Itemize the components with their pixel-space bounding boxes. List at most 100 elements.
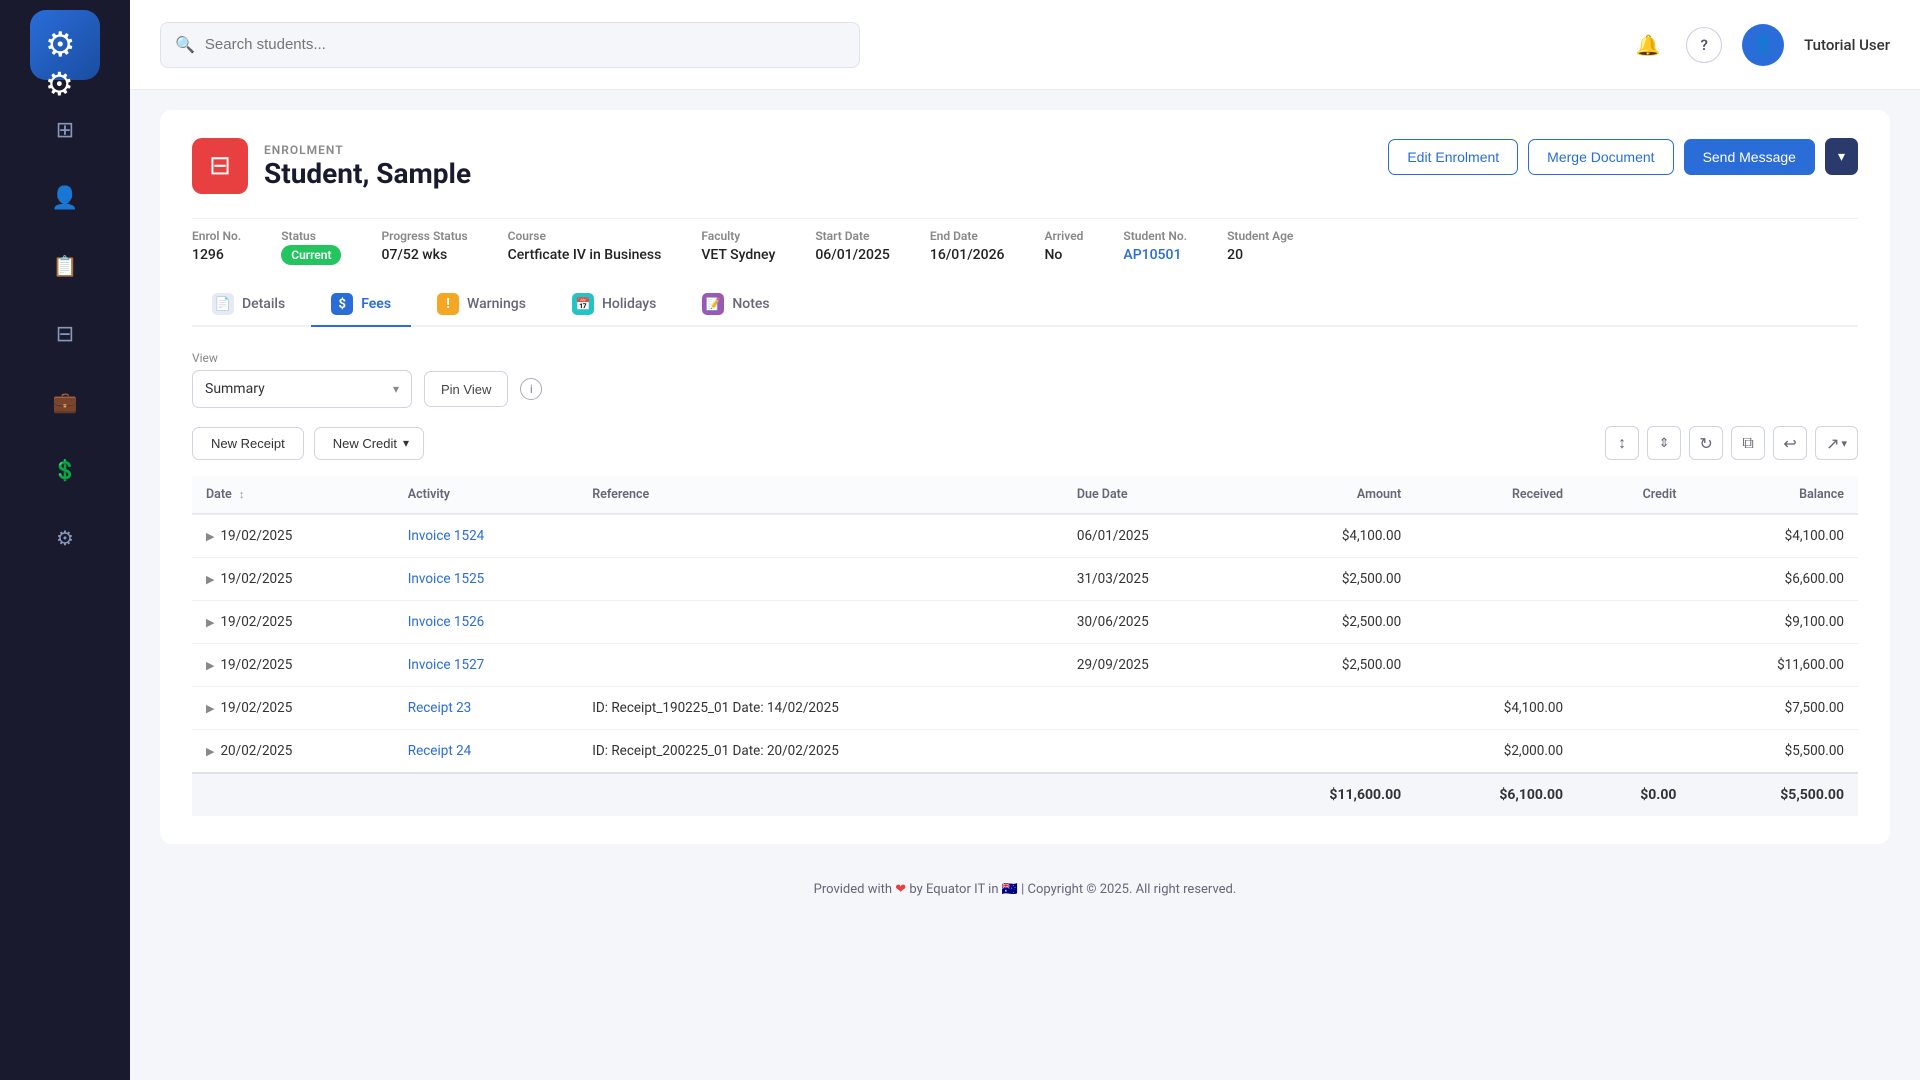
edit-enrolment-button[interactable]: Edit Enrolment: [1388, 139, 1518, 175]
activity-link[interactable]: Receipt 24: [408, 743, 472, 759]
fees-toolbar: New Receipt New Credit ▾ ↕ ⇕ ↻: [192, 426, 1858, 460]
expand-arrow[interactable]: ▶: [206, 702, 214, 715]
totals-row: $11,600.00 $6,100.00 $0.00 $5,500.00: [192, 773, 1858, 816]
topbar: 🔍 🔔 ? 👤 Tutorial User: [130, 0, 1920, 90]
status-value: Current: [281, 247, 341, 263]
cell-date: ▶19/02/2025: [192, 601, 394, 644]
new-receipt-button[interactable]: New Receipt: [192, 427, 304, 460]
expand-all-button[interactable]: ⇕: [1647, 426, 1681, 460]
student-no-value[interactable]: AP10501: [1123, 247, 1187, 263]
start-date-label: Start Date: [815, 229, 890, 243]
sidebar-item-table[interactable]: ⊟: [30, 304, 100, 364]
fees-table: Date ↕ Activity Reference Due Date Amoun…: [192, 476, 1858, 816]
table-row: ▶19/02/2025Invoice 152406/01/2025$4,100.…: [192, 514, 1858, 558]
sort-icon-date: ↕: [239, 488, 245, 501]
table-icon: ⊟: [56, 322, 74, 347]
start-date-value: 06/01/2025: [815, 247, 890, 263]
cell-balance: $9,100.00: [1690, 601, 1858, 644]
undo-button[interactable]: ↩: [1773, 426, 1807, 460]
tab-details[interactable]: 📄 Details: [192, 283, 305, 327]
send-message-button[interactable]: Send Message: [1684, 139, 1815, 175]
activity-link[interactable]: Receipt 23: [408, 700, 472, 716]
documents-icon: 📋: [53, 254, 78, 278]
sidebar-item-dashboard[interactable]: ⊞: [30, 100, 100, 160]
app-logo[interactable]: ⚙: [30, 10, 100, 80]
totals-spacer: [192, 773, 1239, 816]
copy-button[interactable]: ⧉: [1731, 426, 1765, 460]
pin-view-button[interactable]: Pin View: [424, 371, 508, 407]
activity-link[interactable]: Invoice 1524: [408, 528, 484, 544]
user-name[interactable]: Tutorial User: [1804, 36, 1890, 54]
export-button[interactable]: ↗ ▾: [1815, 426, 1858, 460]
cell-reference: [578, 601, 1063, 644]
arrived-field: Arrived No: [1045, 229, 1084, 263]
new-credit-button[interactable]: New Credit ▾: [314, 427, 424, 460]
toolbar-right: ↕ ⇕ ↻ ⧉ ↩ ↗ ▾: [1605, 426, 1858, 460]
actions-dropdown-button[interactable]: ▾: [1825, 138, 1858, 175]
sidebar-item-students[interactable]: 👤: [30, 168, 100, 228]
arrived-label: Arrived: [1045, 229, 1084, 243]
cell-credit: [1577, 687, 1690, 730]
tab-fees[interactable]: $ Fees: [311, 283, 411, 327]
tab-notes[interactable]: 📝 Notes: [682, 283, 789, 327]
user-avatar[interactable]: 👤: [1742, 24, 1784, 66]
footer-text-before: Provided with: [814, 882, 892, 897]
sidebar-item-briefcase[interactable]: 💼: [30, 372, 100, 432]
refresh-button[interactable]: ↻: [1689, 426, 1723, 460]
cell-balance: $7,500.00: [1690, 687, 1858, 730]
cell-credit: [1577, 558, 1690, 601]
sidebar-item-settings[interactable]: ⚙: [30, 508, 100, 568]
activity-link[interactable]: Invoice 1527: [408, 657, 484, 673]
expand-arrow[interactable]: ▶: [206, 530, 214, 543]
expand-arrow[interactable]: ▶: [206, 659, 214, 672]
cell-date: ▶19/02/2025: [192, 644, 394, 687]
table-row: ▶20/02/2025Receipt 24ID: Receipt_200225_…: [192, 730, 1858, 774]
search-box[interactable]: 🔍: [160, 22, 860, 68]
cell-received: $4,100.00: [1415, 687, 1577, 730]
info-circle-button[interactable]: i: [520, 378, 542, 400]
collapse-all-icon: ↕: [1618, 433, 1626, 453]
table-body: ▶19/02/2025Invoice 152406/01/2025$4,100.…: [192, 514, 1858, 773]
cell-activity: Receipt 23: [394, 687, 578, 730]
new-credit-dropdown-icon: ▾: [403, 436, 409, 450]
cell-balance: $4,100.00: [1690, 514, 1858, 558]
expand-arrow[interactable]: ▶: [206, 616, 214, 629]
cell-amount: $2,500.00: [1239, 644, 1415, 687]
expand-arrow[interactable]: ▶: [206, 573, 214, 586]
tab-holidays[interactable]: 📅 Holidays: [552, 283, 676, 327]
view-select-value: Summary: [205, 381, 265, 397]
status-label: Status: [281, 229, 341, 243]
activity-link[interactable]: Invoice 1525: [408, 571, 484, 587]
progress-value: 07/52 wks: [381, 247, 467, 263]
student-age-field: Student Age 20: [1227, 229, 1293, 263]
notification-button[interactable]: 🔔: [1630, 27, 1666, 63]
export-dropdown-icon: ▾: [1841, 437, 1847, 450]
copy-icon: ⧉: [1742, 433, 1753, 453]
search-input[interactable]: [205, 36, 845, 53]
view-section: View Summary ▾ Pin View i: [192, 351, 1858, 408]
student-no-label: Student No.: [1123, 229, 1187, 243]
course-value: Certficate IV in Business: [508, 247, 662, 263]
activity-link[interactable]: Invoice 1526: [408, 614, 484, 630]
expand-arrow[interactable]: ▶: [206, 745, 214, 758]
sidebar-item-billing[interactable]: 💲: [30, 440, 100, 500]
col-date: Date ↕: [192, 476, 394, 514]
cell-reference: [578, 558, 1063, 601]
view-select-dropdown[interactable]: Summary ▾: [192, 370, 412, 408]
holidays-tab-icon: 📅: [572, 293, 594, 315]
collapse-all-button[interactable]: ↕: [1605, 426, 1639, 460]
col-balance: Balance: [1690, 476, 1858, 514]
merge-document-button[interactable]: Merge Document: [1528, 139, 1673, 175]
cell-due-date: 30/06/2025: [1063, 601, 1239, 644]
enrolment-app-icon: ⊟: [209, 151, 231, 181]
cell-due-date: [1063, 730, 1239, 774]
cell-received: [1415, 514, 1577, 558]
end-date-field: End Date 16/01/2026: [930, 229, 1005, 263]
tabs: 📄 Details $ Fees ! Warnings 📅 Holidays 📝: [192, 283, 1858, 327]
student-age-label: Student Age: [1227, 229, 1293, 243]
tab-details-label: Details: [242, 296, 285, 312]
cell-balance: $6,600.00: [1690, 558, 1858, 601]
sidebar-item-documents[interactable]: 📋: [30, 236, 100, 296]
help-button[interactable]: ?: [1686, 27, 1722, 63]
tab-warnings[interactable]: ! Warnings: [417, 283, 546, 327]
